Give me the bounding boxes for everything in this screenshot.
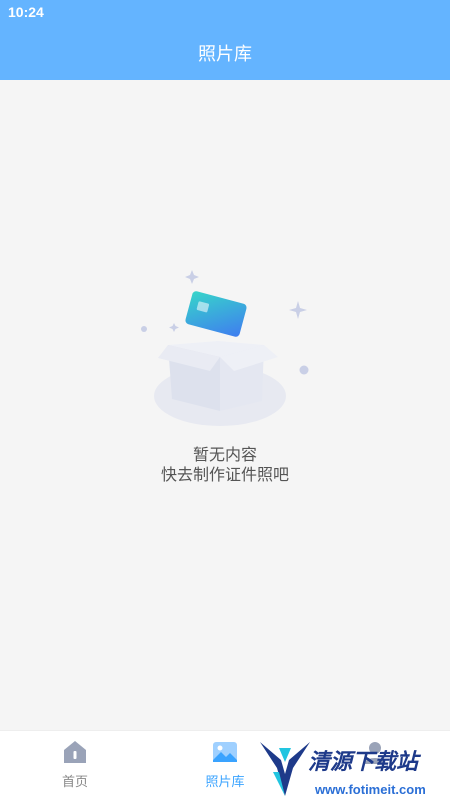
page-title: 照片库 [198, 44, 252, 65]
gallery-icon [213, 742, 237, 762]
watermark-brand: 清源下载站 [308, 750, 419, 775]
tab-home[interactable]: 首页 [25, 739, 125, 795]
status-time: 10:24 [8, 4, 44, 20]
home-icon [64, 741, 86, 763]
watermark-logo-icon [260, 742, 310, 796]
top-header: 10:24 照片库 [0, 0, 450, 80]
tab-home-label: 首页 [61, 775, 88, 790]
watermark: 清源下载站 www.fotimeit.com [255, 738, 450, 800]
watermark-url: www.fotimeit.com [315, 782, 426, 797]
empty-box-with-card-icon [141, 270, 309, 426]
empty-state-subtitle: 快去制作证件照吧 [160, 465, 289, 484]
